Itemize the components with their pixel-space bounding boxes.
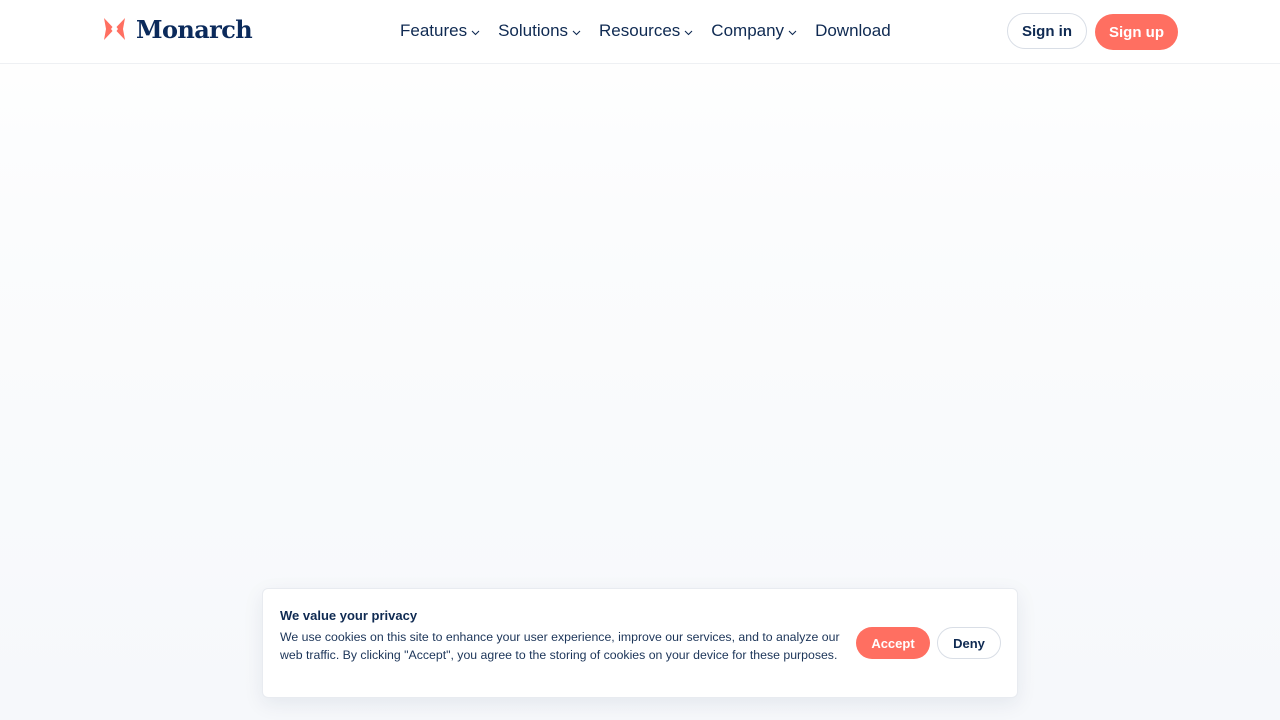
chevron-down-icon: [788, 30, 797, 35]
sign-up-button[interactable]: Sign up: [1095, 14, 1178, 50]
brand-name: Monarch: [136, 14, 253, 44]
nav-item-label: Download: [815, 21, 891, 40]
nav-item-solutions[interactable]: Solutions: [498, 21, 581, 41]
butterfly-icon: [104, 18, 125, 40]
cookie-banner-title: We value your privacy: [280, 608, 418, 623]
nav-item-resources[interactable]: Resources: [599, 21, 693, 41]
nav-item-download[interactable]: Download: [815, 21, 891, 41]
cookie-consent-banner: We value your privacy We use cookies on …: [262, 588, 1018, 698]
nav-item-label: Features: [400, 21, 468, 40]
nav-item-company[interactable]: Company: [711, 21, 797, 41]
chevron-down-icon: [471, 30, 480, 35]
nav-item-label: Resources: [599, 21, 681, 40]
sign-in-button[interactable]: Sign in: [1007, 13, 1087, 49]
site-header: Monarch Features Solutions Resources Com…: [0, 0, 1280, 64]
cookie-banner-text: We use cookies on this site to enhance y…: [280, 630, 840, 662]
logo[interactable]: Monarch: [103, 14, 253, 44]
nav-item-features[interactable]: Features: [400, 21, 480, 41]
accept-cookies-button[interactable]: Accept: [856, 627, 930, 659]
nav-item-label: Solutions: [498, 21, 569, 40]
chevron-down-icon: [572, 30, 581, 35]
nav-item-label: Company: [711, 21, 785, 40]
main-nav: Features Solutions Resources Company Dow…: [400, 18, 891, 44]
deny-cookies-button[interactable]: Deny: [937, 627, 1001, 659]
chevron-down-icon: [684, 30, 693, 35]
